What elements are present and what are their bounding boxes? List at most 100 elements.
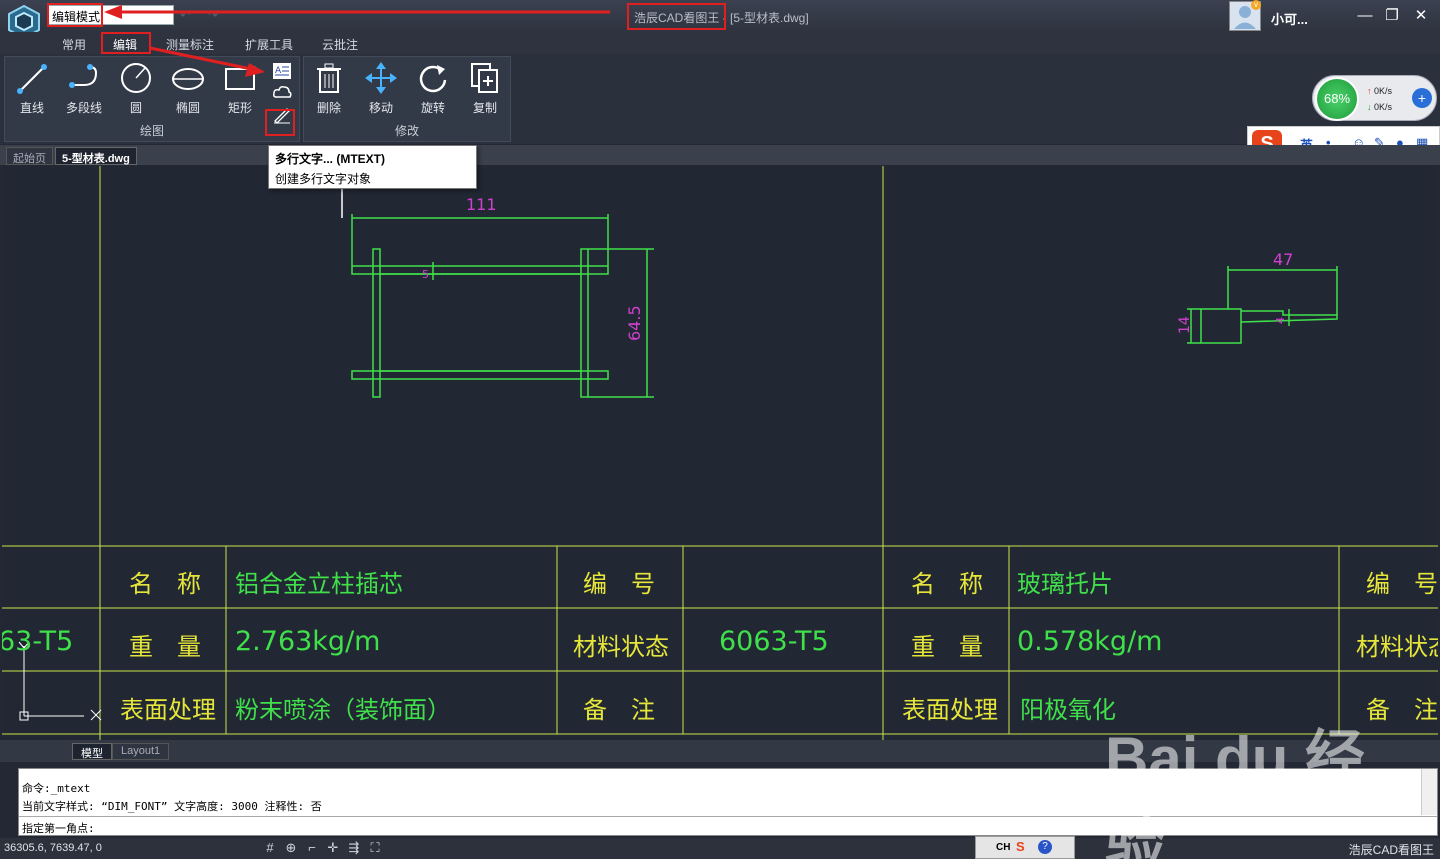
polyline-tool-label: 多段线	[65, 101, 102, 115]
command-scrollbar[interactable]	[1421, 769, 1437, 815]
dimension-64-5: 64.5	[625, 305, 644, 341]
left-state-value: 6063-T5	[719, 626, 829, 657]
fullscreen-icon[interactable]: ⛶	[367, 840, 383, 856]
command-input[interactable]: 指定第一角点:	[19, 816, 1437, 836]
polyline-tool-button[interactable]: 多段线	[59, 61, 109, 115]
right-surface-label: 表面处理	[902, 696, 998, 724]
trash-icon	[317, 63, 341, 93]
tray-sogou-icon[interactable]: S	[1016, 839, 1025, 854]
username[interactable]: 小可...	[1271, 9, 1308, 28]
status-bar: 36305.6, 7639.47, 0 # ⊕ ⌐ ✛ ⇶ ⛶ 浩辰CAD看图王	[0, 838, 1440, 859]
edit-tab-highlight-annotation	[101, 32, 151, 54]
tab-start-page[interactable]: 起始页	[6, 147, 53, 165]
move-tool-label: 移动	[368, 101, 393, 115]
right-weight-value: 0.578kg/m	[1017, 626, 1163, 657]
mtext-icon[interactable]: A	[271, 61, 293, 81]
rotate-tool-button[interactable]: 旋转	[408, 61, 458, 115]
right-weight-label: 重 量	[911, 633, 983, 661]
vip-badge-icon: v	[1251, 0, 1261, 10]
command-window: 命令:_mtext 当前文字样式: “DIM_FONT” 文字高度: 3000 …	[18, 768, 1438, 836]
title-highlight-annotation	[627, 3, 726, 30]
command-history-line-1: 命令:_mtext	[22, 782, 91, 795]
draw-group: 直线 多段线 圆 椭圆 矩形 A 绘图	[4, 56, 300, 142]
revision-cloud-icon[interactable]	[271, 83, 293, 103]
draw-group-title: 绘图	[139, 124, 164, 138]
tab-measure[interactable]: 测量标注	[166, 36, 214, 53]
ellipse-tool-label: 椭圆	[175, 101, 200, 115]
tab-common[interactable]: 常用	[62, 36, 86, 53]
mtext-highlight-annotation	[265, 109, 295, 136]
ribbon-panel: 直线 多段线 圆 椭圆 矩形 A 绘图 删除 移动 旋转 复制 修改	[0, 54, 1440, 144]
zoom-icon[interactable]: ⊕	[283, 840, 299, 856]
line-tool-button[interactable]: 直线	[7, 61, 57, 115]
copy-tool-button[interactable]: 复制	[460, 61, 510, 115]
rotate-tool-label: 旋转	[420, 101, 445, 115]
left-weight-label: 重 量	[129, 633, 201, 661]
tab-model[interactable]: 模型	[72, 743, 112, 760]
upload-speed-value: 0K/s	[1374, 86, 1393, 96]
help-icon[interactable]: ?	[1038, 840, 1052, 854]
dimension-47: 47	[1273, 250, 1293, 269]
upload-speed: ↑ 0K/s	[1367, 86, 1393, 96]
ortho-icon[interactable]: ⌐	[304, 840, 320, 856]
ellipse-tool-button[interactable]: 椭圆	[163, 61, 213, 115]
tab-cloud-annotate[interactable]: 云批注	[322, 36, 358, 53]
left-name-label: 名 称	[129, 570, 201, 598]
undo-icon[interactable]: ↶	[180, 8, 190, 22]
rectangle-tool-label: 矩形	[227, 101, 252, 115]
circle-icon	[121, 63, 151, 93]
minimize-button[interactable]: —	[1354, 6, 1376, 26]
maximize-button[interactable]: ❐	[1381, 6, 1403, 26]
dimension-4: 4	[1274, 317, 1287, 324]
copy-icon	[471, 63, 498, 93]
edge-state-value: 63-T5	[2, 626, 74, 657]
close-button[interactable]: ✕	[1410, 6, 1432, 26]
profile-left	[341, 186, 654, 398]
line-icon	[17, 64, 47, 94]
speed-plus-icon[interactable]: +	[1412, 88, 1432, 108]
move-tool-button[interactable]: 移动	[356, 61, 406, 115]
left-state-label: 材料状态	[573, 633, 669, 661]
tab-extend-tools[interactable]: 扩展工具	[245, 36, 293, 53]
left-number-label: 编 号	[583, 570, 655, 598]
delete-tool-label: 删除	[316, 101, 341, 115]
tooltip-title: 多行文字... (MTEXT)	[275, 152, 385, 166]
download-speed-value: 0K/s	[1374, 102, 1393, 112]
cad-viewer-window: 编辑模式 ↶ ↷ 浩辰CAD看图王 - [5-型材表.dwg] v 小可... …	[0, 0, 1440, 859]
left-surface-value: 粉末喷涂（装饰面）	[235, 696, 451, 724]
snap-icon[interactable]: ✛	[325, 840, 341, 856]
right-surface-value: 阳极氧化	[1020, 696, 1116, 724]
polyline-icon	[69, 64, 98, 88]
rotate-icon	[419, 65, 447, 93]
dimension-5: 5	[422, 268, 429, 281]
profile-right	[1187, 266, 1338, 344]
command-prompt: 指定第一角点:	[22, 822, 95, 835]
network-speed-widget[interactable]: 68% ↑ 0K/s ↓ 0K/s +	[1312, 75, 1437, 121]
tray-language[interactable]: CH	[996, 842, 1010, 853]
cursor-coordinates: 36305.6, 7639.47, 0	[4, 842, 102, 854]
line-tool-label: 直线	[19, 101, 44, 115]
circle-tool-button[interactable]: 圆	[111, 61, 161, 115]
redo-icon[interactable]: ↷	[208, 8, 218, 22]
tab-active-drawing[interactable]: 5-型材表.dwg	[55, 147, 137, 165]
grid-icon[interactable]: #	[262, 840, 278, 856]
mtext-tooltip: 多行文字... (MTEXT) 创建多行文字对象	[268, 145, 477, 189]
rectangle-tool-button[interactable]: 矩形	[215, 61, 265, 115]
tab-layout1[interactable]: Layout1	[112, 743, 170, 760]
drawing-canvas[interactable]: 111 5 64.5 47 14 4 名 称 铝合金立柱插芯 编 号 63-T5…	[2, 166, 1438, 740]
status-app-name: 浩辰CAD看图王	[1348, 843, 1434, 857]
polar-icon[interactable]: ⇶	[346, 840, 362, 856]
delete-tool-button[interactable]: 删除	[304, 61, 354, 115]
move-icon	[365, 62, 397, 94]
modify-group: 删除 移动 旋转 复制 修改	[303, 56, 511, 142]
circle-tool-label: 圆	[129, 101, 142, 115]
modify-group-title: 修改	[394, 124, 419, 138]
mode-highlight-annotation	[47, 3, 103, 27]
left-surface-label: 表面处理	[120, 696, 216, 724]
ellipse-icon	[172, 68, 204, 90]
right-number-label: 编 号	[1366, 570, 1438, 598]
tooltip-description: 创建多行文字对象	[275, 172, 372, 186]
right-note-label: 备 注	[1366, 696, 1438, 724]
dimension-111: 111	[466, 195, 497, 214]
ime-tray: CH S ?	[975, 836, 1075, 859]
